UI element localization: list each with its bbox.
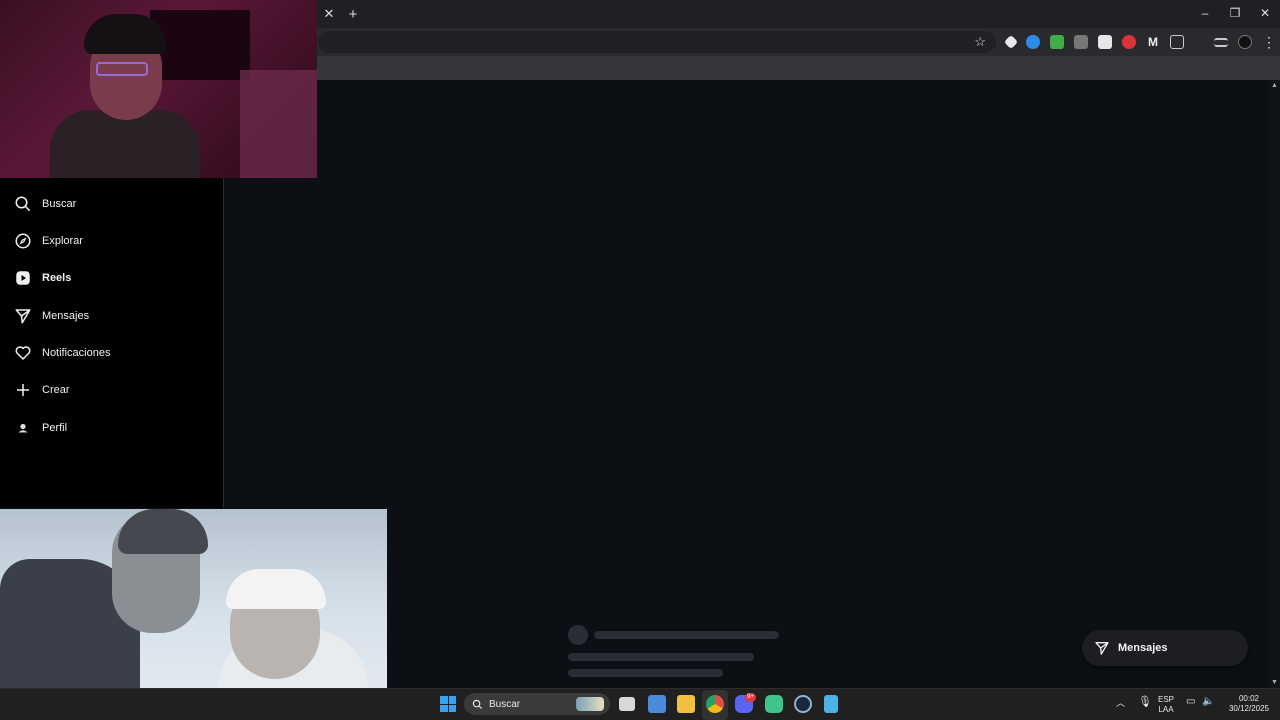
send-icon (15, 309, 31, 324)
meme-person-right-hair (226, 569, 326, 609)
clock-date: 30/12/2025 (1228, 704, 1270, 713)
minimize-button[interactable]: – (1190, 0, 1220, 26)
steam-icon[interactable] (794, 695, 812, 713)
discord-notification-badge: 9+ (745, 693, 756, 702)
sidebar-item-label: Reels (42, 272, 72, 284)
windows-start-icon[interactable] (440, 696, 456, 712)
sidebar-item-perfil[interactable]: Perfil (14, 417, 67, 439)
send-icon (1095, 642, 1109, 655)
extension-icon-doc[interactable] (1098, 35, 1112, 49)
sidebar-item-label: Notificaciones (42, 347, 111, 359)
sidebar-item-notificaciones[interactable]: Notificaciones (14, 342, 110, 364)
keyboard-layout-code: LAA (1158, 705, 1174, 714)
sidebar-item-reels[interactable]: Reels (14, 267, 71, 289)
avatar-icon (16, 421, 30, 435)
task-view-icon[interactable] (619, 697, 635, 711)
webcam-background-box (240, 70, 317, 178)
close-window-button[interactable]: ✕ (1250, 0, 1280, 26)
sidebar-item-buscar[interactable]: Buscar (14, 193, 76, 215)
extension-icon-diamond[interactable] (1003, 34, 1019, 50)
clock-time: 00:02 (1238, 694, 1260, 703)
sidebar-item-label: Crear (42, 384, 70, 396)
webcam-person-hair (84, 14, 166, 54)
taskbar-search[interactable]: Buscar (464, 693, 610, 715)
reading-list-icon[interactable] (1214, 37, 1228, 47)
scroll-down-arrow-icon[interactable]: ▼ (1271, 679, 1278, 686)
skeleton-line (594, 631, 779, 639)
plus-icon: + (348, 5, 358, 23)
taskbar-search-label: Buscar (489, 698, 521, 710)
compass-icon (15, 233, 31, 249)
app-icon-green[interactable] (765, 695, 783, 713)
sidebar: Buscar Explorar Reels Mensajes Notificac… (0, 178, 224, 508)
extension-icon-shield[interactable] (1050, 35, 1064, 49)
plus-icon (17, 384, 29, 396)
network-icon[interactable]: ▭ (1186, 697, 1195, 707)
store-icon[interactable] (648, 695, 666, 713)
address-bar[interactable]: ☆ (318, 31, 996, 53)
search-highlight-image (576, 697, 604, 711)
sidebar-item-mensajes[interactable]: Mensajes (14, 305, 89, 327)
taskbar-active-app-highlight (702, 690, 728, 720)
window-controls: – ❐ ✕ (1190, 0, 1280, 26)
webcam-overlay (0, 0, 317, 178)
extension-icon-red[interactable] (1122, 35, 1136, 49)
language-code: ESP (1158, 695, 1175, 704)
language-indicator[interactable]: ESP LAA (1158, 695, 1174, 715)
sidebar-item-crear[interactable]: Crear (14, 379, 70, 401)
scroll-up-arrow-icon[interactable]: ▲ (1271, 82, 1278, 89)
extensions-puzzle-icon[interactable] (1170, 35, 1184, 49)
profile-avatar[interactable] (1238, 35, 1252, 49)
messages-floating-button[interactable]: Mensajes (1082, 630, 1248, 666)
notepad-icon[interactable] (824, 695, 838, 713)
extension-icon-blue[interactable] (1026, 35, 1040, 49)
sidebar-item-label: Mensajes (42, 310, 90, 322)
reels-icon (16, 271, 30, 285)
skeleton-line (568, 653, 754, 661)
windows-taskbar (0, 688, 1280, 720)
extensions-bar: M ⋮ (1003, 34, 1276, 50)
tray-overflow-chevron-icon[interactable]: ︿ (1116, 698, 1125, 708)
sidebar-item-explorar[interactable]: Explorar (14, 230, 83, 252)
bookmark-star-icon[interactable]: ☆ (974, 34, 986, 50)
page-scrollbar[interactable]: ▲ ▼ (1268, 80, 1280, 688)
webcam-person-body (50, 110, 200, 178)
sidebar-item-label: Explorar (42, 235, 83, 247)
webcam-person-glasses (96, 62, 148, 76)
messages-button-label: Mensajes (1118, 642, 1168, 654)
extension-icon-glasses[interactable] (1074, 35, 1088, 49)
microphone-icon[interactable]: 🎙 (1138, 697, 1152, 708)
chrome-menu-icon[interactable]: ⋮ (1262, 35, 1276, 49)
file-explorer-icon[interactable] (677, 695, 695, 713)
search-icon (472, 699, 483, 709)
skeleton-avatar (568, 625, 588, 645)
volume-icon[interactable]: 🔈 (1202, 697, 1214, 707)
extension-icon-m[interactable]: M (1146, 35, 1160, 49)
close-icon: ✕ (323, 6, 335, 21)
new-tab-button[interactable]: + (342, 3, 364, 25)
meme-person-left-hair (118, 509, 208, 554)
clock[interactable]: 00:02 30/12/2025 (1224, 694, 1274, 714)
search-icon (15, 196, 31, 212)
sidebar-item-label: Buscar (42, 198, 77, 210)
tab-close-button[interactable]: ✕ (318, 3, 340, 25)
restore-button[interactable]: ❐ (1220, 0, 1250, 26)
skeleton-line (568, 669, 723, 677)
heart-icon (15, 346, 31, 360)
sidebar-item-label: Perfil (42, 422, 68, 434)
